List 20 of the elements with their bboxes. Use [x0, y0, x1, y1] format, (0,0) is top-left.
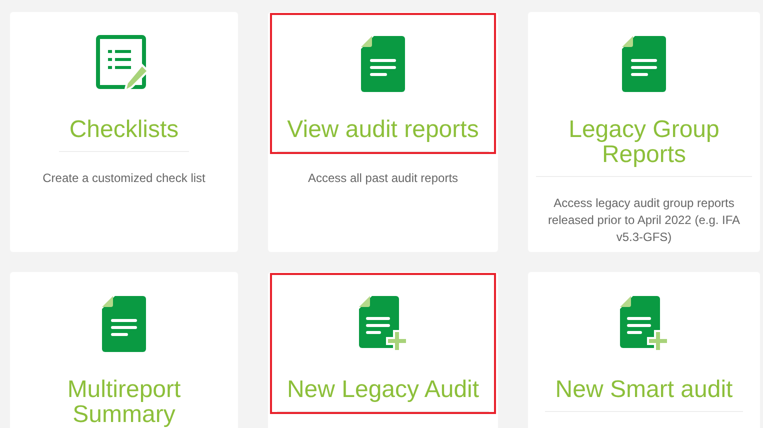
card-title[interactable]: View audit reports: [277, 117, 489, 152]
card-title[interactable]: Multireport Summary: [18, 377, 230, 428]
card-title[interactable]: Checklists: [59, 117, 189, 152]
card-title[interactable]: Legacy Group Reports: [536, 117, 752, 177]
card-description: Access legacy audit group reports released prior to April 2022 (e.g. IFA v5.3-GFS): [546, 195, 742, 246]
card-description: Create a customized check list: [42, 170, 206, 187]
card-title[interactable]: New Legacy Audit: [276, 377, 490, 412]
card-title[interactable]: New Smart audit: [545, 377, 743, 412]
tool-card[interactable]: New Legacy Audit: [268, 272, 498, 428]
document-plus-icon: [619, 295, 669, 353]
tool-card[interactable]: View audit reports Access all past audit reports: [268, 12, 498, 252]
tool-card[interactable]: Legacy Group Reports Access legacy audit group reports released prior to April 2022 (e.g. IFA v5.3-GFS): [528, 12, 760, 252]
document-icon: [101, 295, 147, 353]
tool-card[interactable]: Multireport Summary: [10, 272, 238, 428]
tool-card[interactable]: Checklists Create a customized check list: [10, 12, 238, 252]
card-description: Access all past audit reports: [306, 170, 460, 187]
document-icon: [621, 35, 667, 93]
document-icon: [360, 35, 406, 93]
tool-card[interactable]: New Smart audit: [528, 272, 760, 428]
document-plus-icon: [358, 295, 408, 353]
